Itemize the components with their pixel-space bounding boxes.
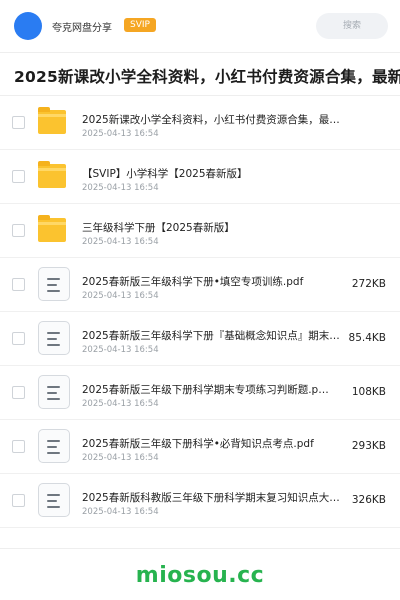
list-item[interactable]: 【SVIP】小学科学【2025春新版】 2025-04-13 16:54 (0, 150, 400, 204)
file-size: 272KB (351, 278, 386, 290)
file-name[interactable]: 2025春新版三年级下册科学期末专项练习判断题.p… (82, 382, 350, 397)
file-name[interactable]: 2025新课改小学全科资料，小红书付费资源合集，最… (82, 112, 372, 127)
title-bar: 2025新课改小学全科资料，小红书付费资源合集，最新同步 (0, 52, 400, 96)
file-name[interactable]: 三年级科学下册【2025春新版】 (82, 220, 372, 235)
list-item[interactable]: 2025新课改小学全科资料，小红书付费资源合集，最… 2025-04-13 16:… (0, 96, 400, 150)
select-checkbox[interactable] (12, 332, 25, 345)
file-name[interactable]: 2025春新版三年级科学下册『基础概念知识点』期末… (82, 328, 350, 343)
avatar[interactable] (14, 12, 42, 40)
select-checkbox[interactable] (12, 494, 25, 507)
file-date: 2025-04-13 16:54 (82, 183, 159, 193)
select-checkbox[interactable] (12, 224, 25, 237)
file-size: 293KB (351, 440, 386, 452)
header-bar: 夸克网盘分享 SVIP 搜索 (0, 0, 400, 52)
file-name[interactable]: 2025春新版三年级下册科学•必背知识点考点.pdf (82, 436, 350, 451)
file-name[interactable]: 【SVIP】小学科学【2025春新版】 (82, 166, 372, 181)
document-icon (38, 375, 70, 409)
select-checkbox[interactable] (12, 386, 25, 399)
document-icon (38, 483, 70, 517)
document-icon (38, 267, 70, 301)
file-date: 2025-04-13 16:54 (82, 345, 159, 355)
document-icon (38, 321, 70, 355)
list-item[interactable]: 2025春新版三年级科学下册•填空专项训练.pdf 2025-04-13 16:5… (0, 258, 400, 312)
folder-icon (38, 161, 70, 191)
folder-icon (38, 107, 70, 137)
file-date: 2025-04-13 16:54 (82, 399, 159, 409)
list-item[interactable]: 2025春新版三年级下册科学期末专项练习判断题.p… 2025-04-13 16:… (0, 366, 400, 420)
list-item[interactable]: 2025春新版科教版三年级下册科学期末复习知识点大… 2025-04-13 16:… (0, 474, 400, 528)
file-date: 2025-04-13 16:54 (82, 453, 159, 463)
file-date: 2025-04-13 16:54 (82, 507, 159, 517)
select-checkbox[interactable] (12, 170, 25, 183)
file-size: 108KB (351, 386, 386, 398)
list-item[interactable]: 2025春新版三年级科学下册『基础概念知识点』期末… 2025-04-13 16:… (0, 312, 400, 366)
share-name: 夸克网盘分享 (52, 23, 112, 34)
footer: miosou.cc (0, 548, 400, 600)
page-title: 2025新课改小学全科资料，小红书付费资源合集，最新同步 (14, 68, 400, 86)
document-icon (38, 429, 70, 463)
search-input[interactable]: 搜索 (316, 13, 388, 39)
list-item[interactable]: 2025春新版三年级下册科学•必背知识点考点.pdf 2025-04-13 16:… (0, 420, 400, 474)
file-date: 2025-04-13 16:54 (82, 291, 159, 301)
file-date: 2025-04-13 16:54 (82, 129, 159, 139)
select-checkbox[interactable] (12, 440, 25, 453)
svip-badge: SVIP (124, 18, 156, 32)
folder-icon (38, 215, 70, 245)
file-size: 326KB (351, 494, 386, 506)
file-date: 2025-04-13 16:54 (82, 237, 159, 247)
file-name[interactable]: 2025春新版三年级科学下册•填空专项训练.pdf (82, 274, 350, 289)
file-list: 2025新课改小学全科资料，小红书付费资源合集，最… 2025-04-13 16:… (0, 96, 400, 528)
file-name[interactable]: 2025春新版科教版三年级下册科学期末复习知识点大… (82, 490, 350, 505)
file-size: 85.4KB (348, 332, 386, 344)
watermark: miosou.cc (135, 563, 265, 588)
list-item[interactable]: 三年级科学下册【2025春新版】 2025-04-13 16:54 (0, 204, 400, 258)
select-checkbox[interactable] (12, 116, 25, 129)
select-checkbox[interactable] (12, 278, 25, 291)
